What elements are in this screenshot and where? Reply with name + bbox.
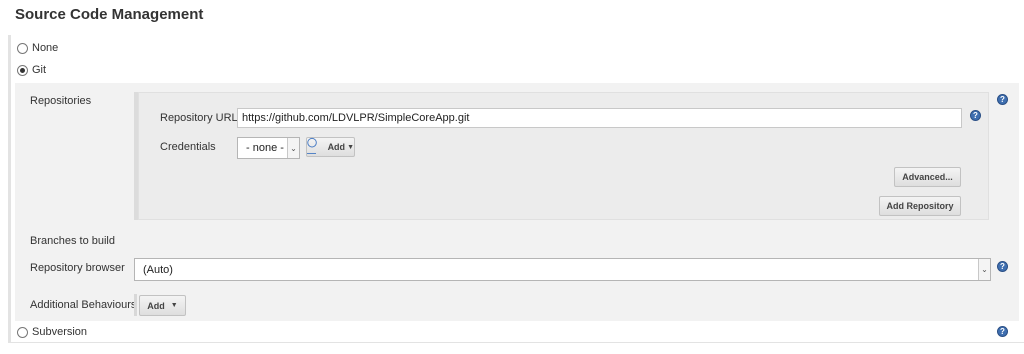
credentials-select-value: - none - bbox=[246, 142, 284, 154]
scm-section-bar bbox=[8, 35, 11, 342]
repository-browser-label: Repository browser bbox=[30, 262, 125, 274]
chevron-down-icon: ⌄ bbox=[287, 138, 299, 158]
help-icon[interactable]: ? bbox=[970, 110, 981, 121]
scm-option-git-label: Git bbox=[32, 64, 47, 76]
add-behaviour-label: Add bbox=[147, 300, 165, 311]
repository-browser-select[interactable]: (Auto) ⌄ bbox=[134, 258, 991, 281]
credentials-select[interactable]: - none - ⌄ bbox=[237, 137, 300, 159]
repositories-label: Repositories bbox=[30, 95, 92, 107]
additional-behaviours-bar bbox=[134, 294, 137, 316]
radio-git[interactable] bbox=[17, 64, 28, 76]
add-credentials-label: Add bbox=[327, 142, 346, 152]
scm-option-none-label: None bbox=[32, 42, 59, 54]
radio-none[interactable] bbox=[17, 42, 28, 54]
additional-behaviours-label: Additional Behaviours bbox=[30, 299, 137, 311]
add-repository-button[interactable]: Add Repository bbox=[879, 196, 961, 216]
section-title: Source Code Management bbox=[15, 6, 204, 23]
branches-to-build-label: Branches to build bbox=[30, 235, 115, 247]
scm-option-subversion[interactable]: Subversion bbox=[17, 326, 87, 338]
credentials-label: Credentials bbox=[160, 141, 216, 153]
repository-url-label: Repository URL bbox=[160, 112, 238, 124]
radio-subversion[interactable] bbox=[17, 326, 28, 338]
repository-url-input[interactable]: https://github.com/LDVLPR/SimpleCoreApp.… bbox=[237, 108, 962, 128]
scm-option-git[interactable]: Git bbox=[17, 64, 46, 76]
advanced-button[interactable]: Advanced... bbox=[894, 167, 961, 187]
repository-browser-value: (Auto) bbox=[143, 263, 173, 276]
add-behaviour-button[interactable]: Add ▼ bbox=[139, 295, 186, 316]
help-icon[interactable]: ? bbox=[997, 94, 1008, 105]
help-icon[interactable]: ? bbox=[997, 326, 1008, 337]
scm-option-none[interactable]: None bbox=[17, 42, 58, 54]
chevron-down-icon: ⌄ bbox=[978, 259, 990, 280]
key-icon: ◯— bbox=[307, 136, 318, 158]
help-icon[interactable]: ? bbox=[997, 261, 1008, 272]
section-divider bbox=[8, 342, 1024, 343]
caret-down-icon: ▼ bbox=[170, 302, 178, 309]
scm-option-subversion-label: Subversion bbox=[32, 326, 88, 338]
add-credentials-button[interactable]: ◯— Add ▼ bbox=[306, 136, 355, 158]
caret-down-icon: ▼ bbox=[347, 143, 354, 151]
